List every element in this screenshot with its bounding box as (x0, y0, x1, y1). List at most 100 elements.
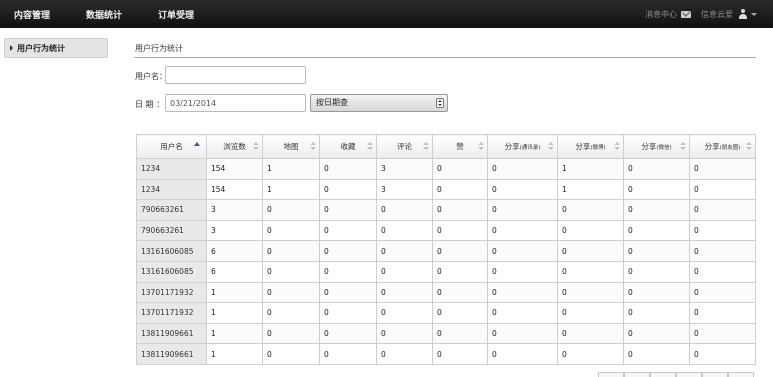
cell-username: 13161606085 (136, 240, 207, 262)
header-sublabel: (朋友圈) (719, 145, 741, 151)
table-cell: 1 (206, 343, 263, 365)
page-button[interactable] (598, 372, 624, 377)
table-cell: 0 (487, 260, 558, 283)
query-mode-select[interactable]: 按日期查 (310, 94, 448, 112)
table-cell: 0 (376, 240, 433, 262)
header-sublabel: (通讯录) (519, 145, 541, 151)
table-cell: 0 (319, 322, 377, 345)
header-label: 赞 (456, 142, 464, 151)
header-label: 评论 (397, 142, 412, 151)
sort-icon (253, 142, 259, 152)
table-cell: 0 (376, 199, 433, 221)
table-cell: 0 (487, 281, 558, 304)
table-cell: 0 (319, 158, 377, 180)
table-cell: 3 (206, 199, 263, 221)
page-button[interactable] (624, 372, 650, 377)
table-cell: 0 (376, 219, 433, 242)
table-row: 790663261 3 0 0 0 0 0 0 0 0 (136, 219, 756, 242)
col-header-share-moments[interactable]: 分享(朋友圈) (689, 134, 756, 159)
envelope-icon[interactable] (681, 10, 691, 18)
table-row: 1234 154 1 0 3 0 0 1 0 0 (136, 158, 756, 180)
chevron-down-icon[interactable] (751, 12, 757, 16)
table-cell: 0 (262, 240, 320, 262)
table-cell: 3 (206, 219, 263, 242)
col-header-comments[interactable]: 评论 (376, 134, 433, 159)
table-cell: 3 (376, 178, 433, 201)
table-cell: 0 (689, 178, 756, 201)
table-cell: 154 (206, 178, 263, 201)
page-button[interactable] (702, 372, 728, 377)
table-cell: 0 (557, 260, 624, 283)
header-label: 浏览数 (223, 142, 246, 151)
info-cloud-link[interactable]: 信息云爱 (701, 9, 733, 20)
table-cell: 1 (262, 158, 320, 180)
header-label: 分享 (641, 142, 657, 151)
table-cell: 0 (623, 260, 690, 283)
username-label: 用户名： (135, 72, 167, 81)
table-cell: 0 (487, 343, 558, 365)
col-header-share-weibo[interactable]: 分享(微博) (557, 134, 624, 159)
page-button[interactable] (728, 372, 754, 377)
col-header-username[interactable]: 用户名 (136, 134, 207, 159)
table-cell: 0 (623, 199, 690, 221)
nav-order-processing[interactable]: 订单受理 (158, 8, 194, 21)
table-row: 13161606085 6 0 0 0 0 0 0 0 0 (136, 260, 756, 283)
table-cell: 0 (623, 178, 690, 201)
col-header-map[interactable]: 地图 (262, 134, 320, 159)
table-cell: 0 (689, 199, 756, 221)
sort-icon (746, 142, 752, 152)
table-cell: 0 (487, 158, 558, 180)
nav-data-statistics[interactable]: 数据统计 (86, 8, 122, 21)
cell-username: 1234 (136, 158, 207, 180)
sort-icon (680, 142, 686, 152)
page-title: 用户行为统计 (135, 44, 183, 53)
table-cell: 0 (319, 199, 377, 221)
table-cell: 0 (262, 322, 320, 345)
col-header-likes[interactable]: 赞 (432, 134, 488, 159)
page-button[interactable] (650, 372, 676, 377)
table-cell: 0 (689, 343, 756, 365)
table-cell: 0 (432, 302, 488, 324)
table-cell: 154 (206, 158, 263, 180)
col-header-favorites[interactable]: 收藏 (319, 134, 377, 159)
table-cell: 0 (319, 178, 377, 201)
table-row: 13701171932 1 0 0 0 0 0 0 0 0 (136, 281, 756, 304)
table-cell: 0 (689, 260, 756, 283)
date-input[interactable] (165, 94, 306, 112)
nav-content-management[interactable]: 内容管理 (14, 8, 50, 21)
table-cell: 0 (262, 281, 320, 304)
table-cell: 0 (623, 281, 690, 304)
top-nav-bar: 内容管理 数据统计 订单受理 消息中心 信息云爱 (0, 0, 773, 28)
top-right-area: 消息中心 信息云爱 (645, 0, 757, 28)
sort-ascending-icon (194, 142, 200, 146)
table-cell: 0 (623, 322, 690, 345)
table-cell: 0 (432, 281, 488, 304)
table-cell: 1 (206, 302, 263, 324)
table-cell: 1 (206, 281, 263, 304)
table-cell: 0 (432, 199, 488, 221)
username-input[interactable] (165, 66, 306, 84)
page-button[interactable] (676, 372, 702, 377)
table-cell: 0 (689, 281, 756, 304)
user-icon[interactable] (738, 9, 748, 19)
sort-icon (614, 142, 620, 152)
table-cell: 0 (487, 199, 558, 221)
table-cell: 0 (432, 178, 488, 201)
table-cell: 0 (319, 302, 377, 324)
sidebar-item-label: 用户行为统计 (17, 43, 65, 53)
col-header-share-wechat[interactable]: 分享(微信) (623, 134, 690, 159)
cell-username: 13701171932 (136, 302, 207, 324)
pagination (598, 372, 754, 377)
col-header-share-contacts[interactable]: 分享(通讯录) (487, 134, 558, 159)
message-center-link[interactable]: 消息中心 (645, 9, 677, 20)
header-sublabel: (微信) (656, 145, 672, 151)
sidebar-item-user-behavior[interactable]: 用户行为统计 (4, 38, 108, 58)
col-header-views[interactable]: 浏览数 (206, 134, 263, 159)
header-sublabel: (微博) (590, 145, 606, 151)
header-label: 分享 (575, 142, 591, 151)
table-cell: 0 (557, 302, 624, 324)
table-cell: 0 (557, 281, 624, 304)
cell-username: 790663261 (136, 199, 207, 221)
table-cell: 0 (376, 322, 433, 345)
table-cell: 0 (623, 158, 690, 180)
